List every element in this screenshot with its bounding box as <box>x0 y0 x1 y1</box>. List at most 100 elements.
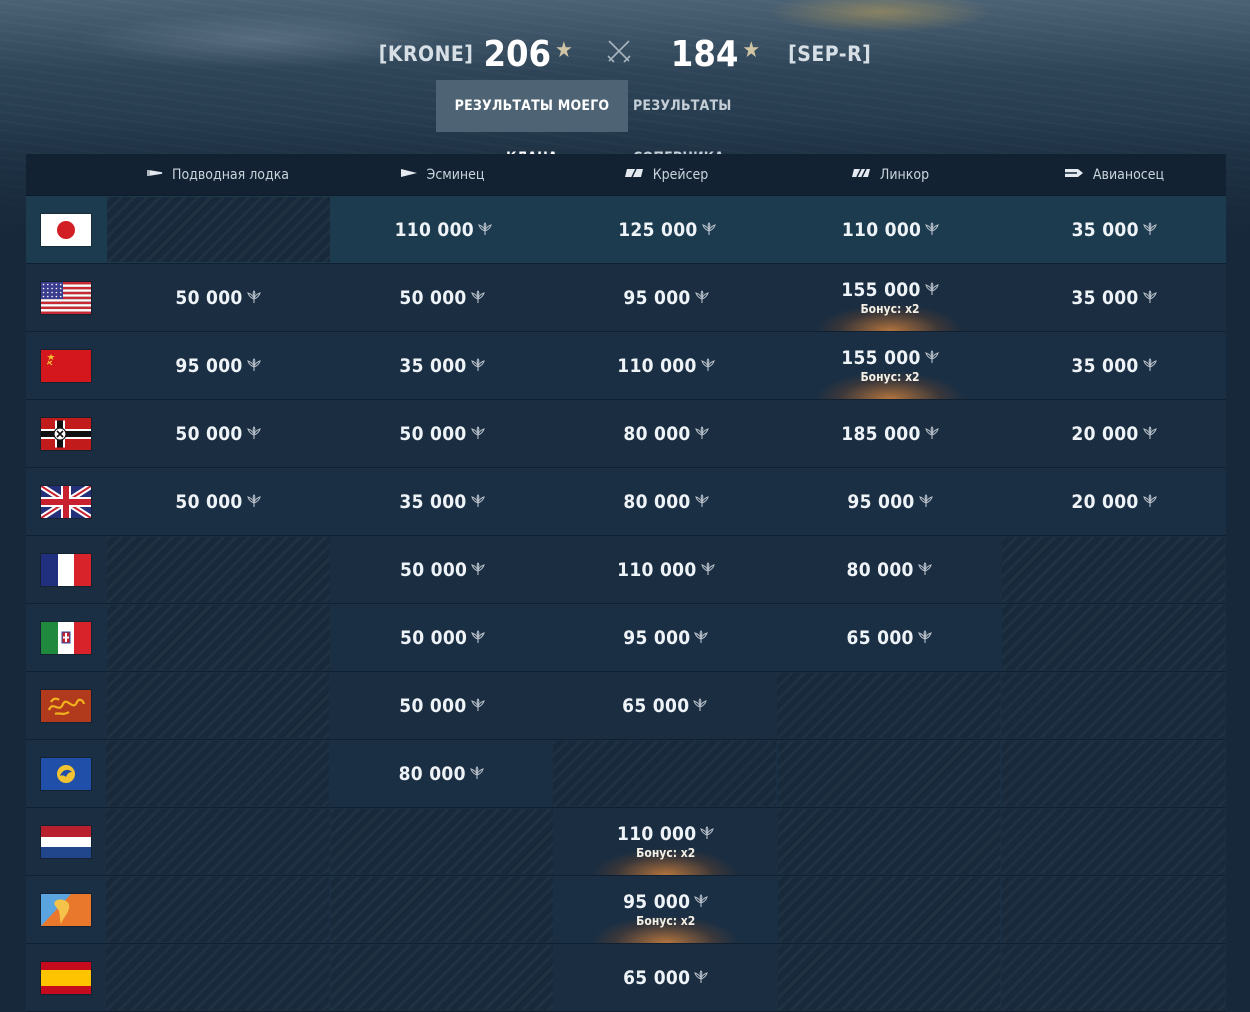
results-tabs: РЕЗУЛЬТАТЫ МОЕГО КЛАНА РЕЗУЛЬТАТЫ СОПЕРН… <box>436 80 821 166</box>
reward-amount: 95 000 <box>623 626 691 649</box>
reward-cell: 50 000 <box>106 468 330 535</box>
unavailable-cell <box>106 197 331 262</box>
reward-amount: 65 000 <box>623 966 691 989</box>
cruiser-icon <box>624 168 644 181</box>
reward-cell: 110 000 <box>779 196 1003 263</box>
reward-amount: 110 000 <box>617 354 697 377</box>
nation-cell <box>26 400 106 467</box>
unavailable-cell <box>777 673 1001 738</box>
unavailable-cell <box>1002 741 1225 806</box>
reward-value: 50 000 <box>399 695 484 717</box>
column-header-battleship: Линкор <box>778 154 1002 195</box>
unavailable-cell <box>777 741 1001 806</box>
reward-cell: 95 000 <box>778 468 1002 535</box>
coal-icon <box>919 497 933 512</box>
table-row: 65 000 <box>26 944 1226 1012</box>
unavailable-cell <box>1001 537 1225 602</box>
reward-cell: 35 000 <box>1002 332 1226 399</box>
destroyer-icon <box>400 168 418 181</box>
coal-icon <box>925 285 939 300</box>
italy-flag <box>40 621 91 654</box>
coal-icon <box>701 361 715 376</box>
reward-value: 95 000 <box>623 287 708 309</box>
unavailable-cell <box>1001 605 1225 670</box>
nation-cell <box>26 876 105 943</box>
coal-icon <box>471 565 485 580</box>
unavailable-cell <box>777 877 1001 942</box>
reward-value: 155 000 <box>841 279 938 301</box>
reward-cell: 80 000 <box>554 400 778 467</box>
coal-icon <box>247 293 261 308</box>
reward-amount: 35 000 <box>1071 218 1139 241</box>
reward-value: 95 000 <box>175 355 260 377</box>
reward-cell: 50 000 <box>331 604 554 671</box>
coal-icon <box>247 497 261 512</box>
reward-amount: 35 000 <box>399 354 467 377</box>
coal-icon <box>918 633 932 648</box>
coal-icon <box>1143 429 1157 444</box>
reward-amount: 50 000 <box>399 286 467 309</box>
reward-amount: 20 000 <box>1071 422 1139 445</box>
coal-icon <box>471 293 485 308</box>
coal-icon <box>694 897 708 912</box>
table-row: 95 000 Бонус: x2 <box>26 876 1226 944</box>
france-flag <box>40 553 91 586</box>
reward-amount: 110 000 <box>617 823 697 845</box>
nation-cell <box>26 740 105 807</box>
bonus-label: Бонус: x2 <box>636 846 696 860</box>
reward-cell: 65 000 <box>554 944 777 1011</box>
reward-cell: 50 000 <box>330 400 554 467</box>
reward-amount: 125 000 <box>618 218 698 241</box>
reward-amount: 110 000 <box>394 218 474 241</box>
reward-value: 65 000 <box>623 967 708 989</box>
reward-value: 50 000 <box>400 627 485 649</box>
nation-cell <box>26 536 106 603</box>
reward-cell: 65 000 <box>553 672 776 739</box>
reward-value: 95 000 <box>847 491 932 513</box>
europe-flag <box>40 757 91 790</box>
reward-value: 35 000 <box>1071 287 1156 309</box>
reward-cell: 155 000 Бонус: x2 <box>778 264 1002 331</box>
reward-amount: 95 000 <box>175 354 243 377</box>
coal-icon <box>695 293 709 308</box>
reward-amount: 80 000 <box>623 422 691 445</box>
table-row: 80 000 <box>26 740 1226 808</box>
reward-value: 50 000 <box>175 423 260 445</box>
reward-amount: 50 000 <box>175 286 243 309</box>
tab-my-clan-results[interactable]: РЕЗУЛЬТАТЫ МОЕГО КЛАНА <box>436 80 628 166</box>
reward-amount: 95 000 <box>623 891 691 913</box>
uk-flag <box>41 485 91 518</box>
reward-amount: 110 000 <box>841 218 922 241</box>
reward-cell: 125 000 <box>555 196 779 263</box>
reward-amount: 155 000 <box>841 279 921 301</box>
unavailable-cell <box>330 945 554 1010</box>
own-clan-points: 206 <box>483 33 552 75</box>
reward-amount: 80 000 <box>623 490 691 513</box>
reward-cell: 35 000 <box>1002 264 1226 331</box>
table-row: 50 000 50 000 80 000 185 000 20 000 <box>26 400 1226 468</box>
coal-icon <box>695 497 709 512</box>
coal-icon <box>471 701 485 716</box>
reward-value: 125 000 <box>618 219 715 241</box>
reward-amount: 50 000 <box>400 626 468 649</box>
unavailable-cell <box>106 673 330 738</box>
crossed-swords-icon <box>589 38 649 71</box>
unavailable-cell <box>777 945 1001 1010</box>
reward-cell: 155 000 Бонус: x2 <box>778 332 1002 399</box>
coal-icon <box>471 497 485 512</box>
reward-amount: 50 000 <box>175 422 243 445</box>
unavailable-cell <box>553 741 776 806</box>
coal-icon <box>1143 361 1157 376</box>
tab-opponent-results[interactable]: РЕЗУЛЬТАТЫ СОПЕРНИКА <box>628 80 821 166</box>
nation-cell <box>26 672 106 739</box>
reward-value: 35 000 <box>399 355 484 377</box>
reward-value: 110 000 <box>617 355 714 377</box>
unavailable-cell <box>1002 945 1225 1010</box>
unavailable-cell <box>330 877 554 942</box>
reward-value: 50 000 <box>399 423 484 445</box>
table-row: 95 000 35 000 110 000 155 000 Бонус: x2 35 00… <box>26 332 1226 400</box>
unavailable-cell <box>106 877 329 942</box>
reward-amount: 35 000 <box>1071 286 1139 309</box>
unavailable-cell <box>106 809 329 874</box>
reward-cell: 50 000 <box>330 672 553 739</box>
